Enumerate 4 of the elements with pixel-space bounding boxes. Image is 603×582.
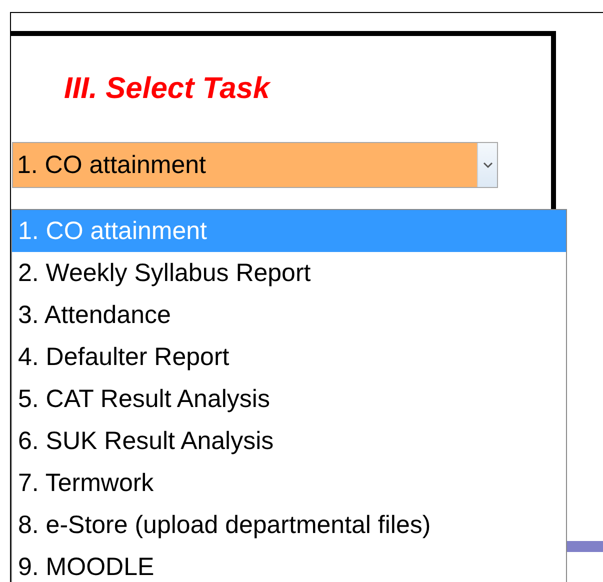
task-select[interactable]: 1. CO attainment [12,142,498,188]
section-heading: III. Select Task [64,72,272,106]
chevron-down-icon[interactable] [477,143,497,187]
bar-strip [567,541,603,552]
